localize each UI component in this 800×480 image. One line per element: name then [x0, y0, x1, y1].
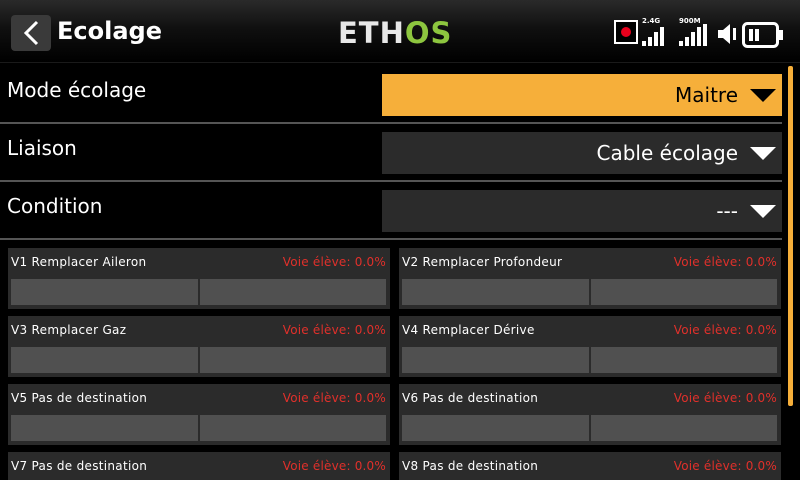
band-900m-label: 900M — [679, 17, 701, 25]
back-button[interactable] — [11, 15, 51, 51]
mode-dropdown[interactable]: Maitre — [382, 74, 782, 116]
condition-value: --- — [716, 199, 738, 223]
top-bar: Ecolage ETHOS 2.4G 900M — [0, 0, 800, 63]
signal-2g4-icon — [642, 26, 664, 46]
condition-label: Condition — [7, 194, 103, 218]
channel-name: V8 Pas de destination — [402, 459, 539, 473]
page-title: Ecolage — [57, 17, 162, 45]
channel-card-v3[interactable]: V3 Remplacer Gaz Voie élève: 0.0% — [8, 316, 390, 377]
channel-bar-left — [11, 415, 198, 441]
speaker-icon — [718, 24, 736, 44]
channel-bar-right — [591, 347, 777, 373]
channel-bar-left — [402, 347, 589, 373]
channel-status: Voie élève: 0.0% — [282, 323, 386, 337]
chevron-down-icon — [750, 147, 776, 160]
channel-card-v5[interactable]: V5 Pas de destination Voie élève: 0.0% — [8, 384, 390, 445]
chevron-down-icon — [750, 205, 776, 218]
channel-name: V2 Remplacer Profondeur — [402, 255, 563, 269]
channel-name: V6 Pas de destination — [402, 391, 539, 405]
mode-value: Maitre — [675, 83, 738, 107]
ethos-logo: ETHOS — [338, 16, 453, 50]
record-icon — [614, 20, 638, 44]
battery-icon — [742, 22, 783, 48]
setting-row-mode: Mode écolage Maitre — [0, 66, 782, 124]
channel-bar-right — [200, 415, 386, 441]
channel-card-v8[interactable]: V8 Pas de destination Voie élève: 0.0% — [399, 452, 781, 480]
mode-label: Mode écolage — [7, 78, 147, 102]
back-arrow-icon — [23, 20, 39, 46]
channel-status: Voie élève: 0.0% — [282, 391, 386, 405]
channel-bar-left — [402, 415, 589, 441]
channel-bar-left — [402, 279, 589, 305]
channel-card-v1[interactable]: V1 Remplacer Aileron Voie élève: 0.0% — [8, 248, 390, 309]
chevron-down-icon — [750, 89, 776, 102]
channel-name: V1 Remplacer Aileron — [11, 255, 147, 269]
channel-status: Voie élève: 0.0% — [673, 391, 777, 405]
channel-card-v2[interactable]: V2 Remplacer Profondeur Voie élève: 0.0% — [399, 248, 781, 309]
channel-status: Voie élève: 0.0% — [282, 459, 386, 473]
condition-dropdown[interactable]: --- — [382, 190, 782, 232]
channel-status: Voie élève: 0.0% — [673, 323, 777, 337]
channel-bar-right — [591, 279, 777, 305]
channel-bar-left — [11, 347, 198, 373]
channel-name: V4 Remplacer Dérive — [402, 323, 535, 337]
channel-name: V7 Pas de destination — [11, 459, 148, 473]
channel-bar-right — [591, 415, 777, 441]
setting-row-link: Liaison Cable écolage — [0, 124, 782, 182]
channel-bar-right — [200, 279, 386, 305]
link-label: Liaison — [7, 136, 77, 160]
setting-row-condition: Condition --- — [0, 182, 782, 240]
channel-status: Voie élève: 0.0% — [673, 459, 777, 473]
channel-card-v6[interactable]: V6 Pas de destination Voie élève: 0.0% — [399, 384, 781, 445]
link-value: Cable écolage — [596, 141, 738, 165]
channel-bar-right — [200, 347, 386, 373]
channel-bar-left — [11, 279, 198, 305]
channel-name: V3 Remplacer Gaz — [11, 323, 127, 337]
channel-status: Voie élève: 0.0% — [282, 255, 386, 269]
channel-name: V5 Pas de destination — [11, 391, 148, 405]
channel-card-v4[interactable]: V4 Remplacer Dérive Voie élève: 0.0% — [399, 316, 781, 377]
channel-status: Voie élève: 0.0% — [673, 255, 777, 269]
band-2g4-label: 2.4G — [642, 17, 661, 25]
link-dropdown[interactable]: Cable écolage — [382, 132, 782, 174]
scrollbar[interactable] — [788, 66, 793, 406]
channel-card-v7[interactable]: V7 Pas de destination Voie élève: 0.0% — [8, 452, 390, 480]
signal-900m-icon — [679, 24, 707, 46]
